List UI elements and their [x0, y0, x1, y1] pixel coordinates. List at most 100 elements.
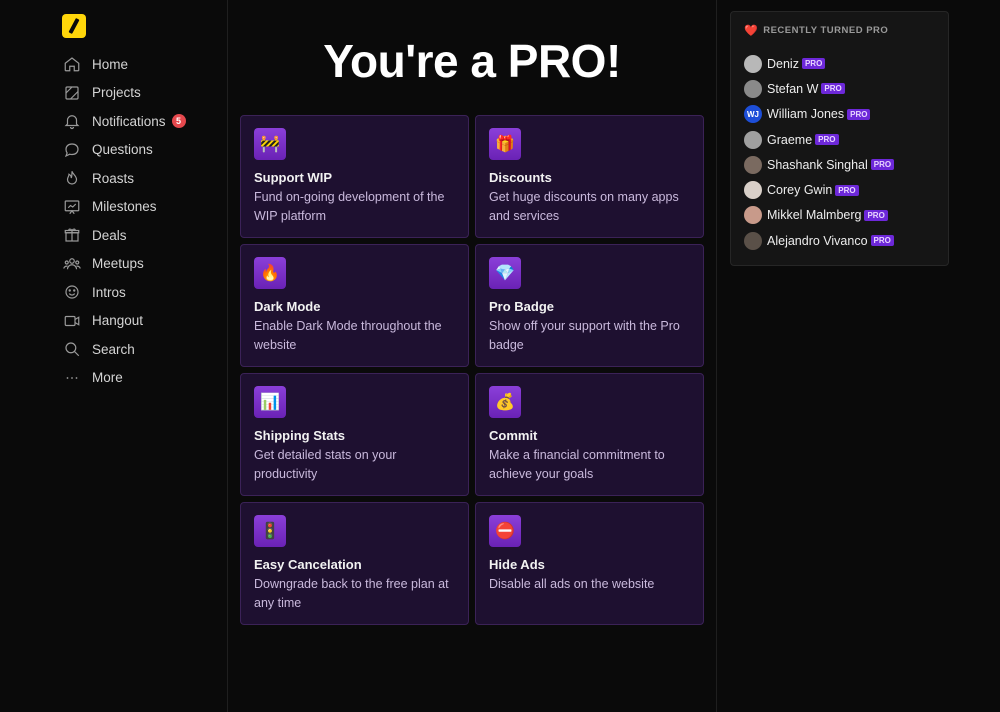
sidebar-item-label: Intros [92, 284, 126, 300]
pro-user-row[interactable]: Shashank Singhal PRO [744, 152, 935, 177]
video-icon [62, 311, 82, 331]
page-title: You're a PRO! [323, 35, 621, 87]
pro-user-row[interactable]: Mikkel Malmberg PRO [744, 203, 935, 228]
avatar[interactable] [744, 206, 762, 225]
sidebar-item-questions[interactable]: Questions [62, 136, 222, 165]
feature-title: Dark Mode [254, 299, 321, 314]
pro-user-row[interactable]: WJ William Jones PRO [744, 102, 935, 127]
avatar[interactable]: WJ [744, 105, 762, 124]
feature-description: Get detailed stats on your productivity [254, 448, 397, 481]
user-name-link[interactable]: Stefan W [767, 82, 818, 96]
pro-badge: PRO [835, 184, 859, 196]
sidebar-item-milestones[interactable]: Milestones [62, 193, 222, 222]
gift-icon [62, 225, 82, 245]
chart-board-icon [62, 197, 82, 217]
feature-description: Downgrade back to the free plan at any t… [254, 577, 449, 610]
feature-description: Show off your support with the Pro badge [489, 319, 680, 352]
sidebar-item-label: Projects [92, 85, 141, 101]
feature-title: Pro Badge [489, 299, 555, 314]
sidebar-item-label: More [92, 370, 123, 386]
feature-description: Enable Dark Mode throughout the website [254, 319, 442, 352]
feature-title: Hide Ads [489, 557, 545, 572]
sidebar-item-label: Questions [92, 142, 153, 158]
sidebar-item-hangout[interactable]: Hangout [62, 307, 222, 336]
construction-icon: 🚧 [254, 128, 286, 160]
pro-badge: PRO [815, 134, 839, 146]
feature-title: Discounts [489, 170, 552, 185]
sidebar-item-meetups[interactable]: Meetups [62, 250, 222, 279]
feature-title: Shipping Stats [254, 428, 345, 443]
ellipsis-icon [62, 368, 82, 388]
avatar[interactable] [744, 130, 762, 149]
sidebar-item-search[interactable]: Search [62, 335, 222, 364]
feature-title: Commit [489, 428, 538, 443]
feature-card-discounts: 🎁 Discounts Get huge discounts on many a… [475, 115, 704, 238]
pro-user-row[interactable]: Stefan W PRO [744, 76, 935, 101]
feature-description: Make a financial commitment to achieve y… [489, 448, 665, 481]
pro-user-list: Deniz PRO Stefan W PRO WJ William Jones PRO Gra… [744, 51, 935, 253]
sidebar-item-label: Search [92, 341, 135, 357]
avatar[interactable] [744, 231, 762, 250]
feature-card-easy-cancelation: 🚦 Easy Cancelation Downgrade back to the… [240, 502, 469, 625]
home-icon [62, 54, 82, 74]
no-entry-icon: ⛔ [489, 515, 521, 547]
feature-title: Support WIP [254, 170, 332, 185]
pro-badge: PRO [821, 83, 845, 95]
pro-badge: PRO [801, 58, 826, 70]
sidebar-item-label: Notifications [92, 113, 166, 129]
feature-description: Fund on-going development of the WIP pla… [254, 190, 445, 223]
bar-chart-icon: 📊 [254, 386, 286, 418]
avatar[interactable] [744, 79, 762, 98]
pro-badge: PRO [864, 209, 888, 221]
smiley-icon [62, 282, 82, 302]
gem-icon: 💎 [489, 257, 521, 289]
feature-card-pro-badge: 💎 Pro Badge Show off your support with t… [475, 244, 704, 367]
feature-title: Easy Cancelation [254, 557, 362, 572]
sidebar-item-label: Meetups [92, 256, 144, 272]
avatar[interactable] [744, 155, 762, 174]
sidebar-item-intros[interactable]: Intros [62, 278, 222, 307]
main-content: You're a PRO! 🚧 Support WIP Fund on-goin… [228, 0, 716, 712]
panel-header: ❤️ RECENTLY TURNED PRO [744, 24, 935, 37]
people-icon [62, 254, 82, 274]
bell-icon [62, 111, 82, 131]
sidebar-item-roasts[interactable]: Roasts [62, 164, 222, 193]
sidebar-nav: Home Projects Notifications 5 Questions [62, 50, 222, 392]
fire-icon: 🔥 [254, 257, 286, 289]
feature-description: Get huge discounts on many apps and serv… [489, 190, 679, 223]
user-name-link[interactable]: Alejandro Vivanco [767, 234, 868, 248]
wip-logo-icon[interactable] [62, 14, 86, 38]
search-icon [62, 339, 82, 359]
pro-badge: PRO [847, 108, 871, 120]
sidebar-item-notifications[interactable]: Notifications 5 [62, 107, 222, 136]
sidebar-item-label: Milestones [92, 199, 157, 215]
pro-user-row[interactable]: Alejandro Vivanco PRO [744, 228, 935, 253]
pro-badge: PRO [870, 235, 894, 247]
avatar[interactable] [744, 181, 762, 200]
sidebar-item-projects[interactable]: Projects [62, 79, 222, 108]
features-grid: 🚧 Support WIP Fund on-going development … [240, 115, 704, 625]
user-name-link[interactable]: Mikkel Malmberg [767, 208, 861, 222]
flame-icon [62, 168, 82, 188]
traffic-light-icon: 🚦 [254, 515, 286, 547]
user-name-link[interactable]: Deniz [767, 57, 799, 71]
sidebar-item-home[interactable]: Home [62, 50, 222, 79]
user-name-link[interactable]: Corey Gwin [767, 183, 832, 197]
feature-card-support-wip: 🚧 Support WIP Fund on-going development … [240, 115, 469, 238]
user-name-link[interactable]: William Jones [767, 107, 844, 121]
right-column-divider [716, 0, 717, 712]
sidebar-item-label: Home [92, 56, 129, 72]
sidebar-item-deals[interactable]: Deals [62, 221, 222, 250]
avatar[interactable] [744, 54, 762, 73]
projects-icon [62, 83, 82, 103]
sidebar-item-label: Hangout [92, 313, 144, 329]
pro-user-row[interactable]: Deniz PRO [744, 51, 935, 76]
user-name-link[interactable]: Graeme [767, 133, 812, 147]
notification-count-badge: 5 [171, 114, 186, 129]
sidebar: Home Projects Notifications 5 Questions [0, 0, 228, 712]
pro-user-row[interactable]: Corey Gwin PRO [744, 177, 935, 202]
heart-icon: ❤️ [744, 25, 759, 37]
sidebar-item-more[interactable]: More [62, 364, 222, 393]
pro-user-row[interactable]: Graeme PRO [744, 127, 935, 152]
user-name-link[interactable]: Shashank Singhal [767, 158, 868, 172]
